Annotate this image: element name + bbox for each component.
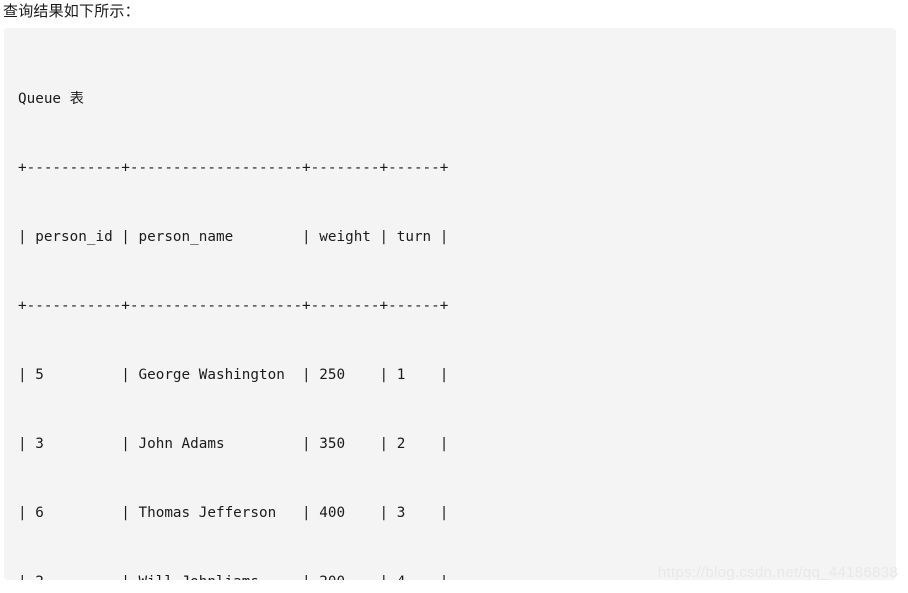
queue-separator-header: +-----------+--------------------+------… [18,298,449,314]
table-row: | 5 | George Washington | 250 | 1 | [18,367,449,383]
page-root: 查询结果如下所示： Queue 表 +-----------+---------… [0,0,908,593]
table-row: | 6 | Thomas Jefferson | 400 | 3 | [18,505,449,521]
table-row: | 3 | John Adams | 350 | 2 | [18,436,449,452]
page-intro-heading: 查询结果如下所示： [3,3,140,20]
csdn-watermark: https://blog.csdn.net/qq_44186838 [657,564,898,581]
queue-table-label: Queue 表 [18,91,84,107]
code-block: Queue 表 +-----------+-------------------… [4,28,896,580]
queue-table-section: Queue 表 +-----------+-------------------… [18,42,896,580]
queue-separator-top: +-----------+--------------------+------… [18,160,449,176]
queue-header-row: | person_id | person_name | weight | tur… [18,229,449,245]
